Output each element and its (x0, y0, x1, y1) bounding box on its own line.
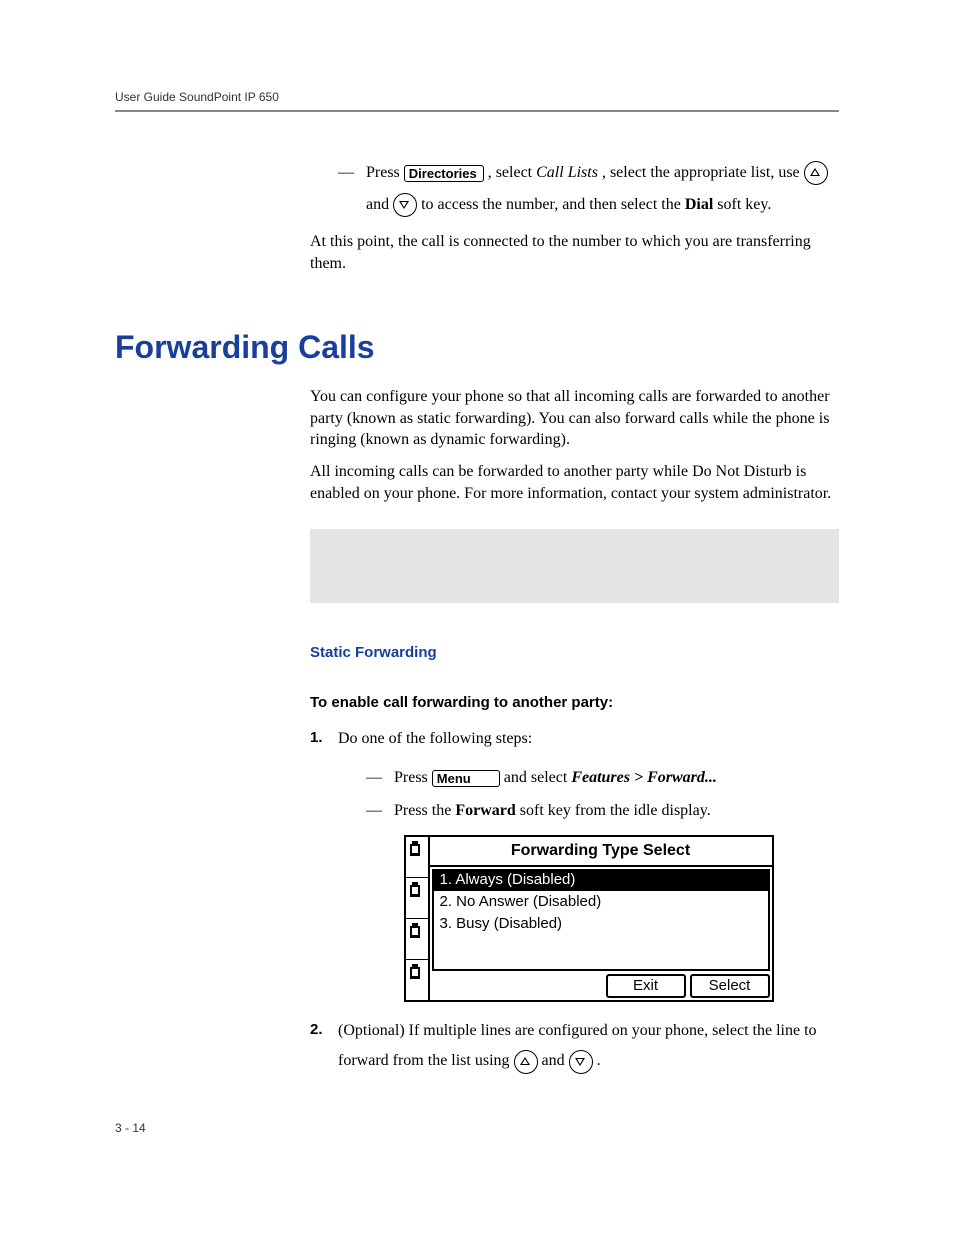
line-icon (406, 878, 428, 919)
lcd-softkeys: Exit Select (430, 971, 772, 1000)
directories-key: Directories (404, 165, 484, 182)
step-1: Do one of the following steps: Press Men… (310, 728, 839, 1002)
phone-lcd: Forwarding Type Select 1. Always (Disabl… (404, 835, 774, 1002)
static-forwarding-heading: Static Forwarding (310, 643, 839, 663)
dial-label: Dial (685, 196, 713, 213)
press-forward-substep: Press the Forward soft key from the idle… (366, 800, 839, 822)
lcd-figure: Forwarding Type Select 1. Always (Disabl… (404, 835, 774, 1002)
text: and select (504, 769, 572, 786)
lcd-side-icons (406, 837, 430, 1000)
line-icon (406, 919, 428, 960)
lcd-main: Forwarding Type Select 1. Always (Disabl… (430, 837, 772, 1000)
lcd-row: 3. Busy (Disabled) (434, 913, 768, 935)
text: to access the number, and then select th… (421, 196, 685, 213)
continuation-block: Press Directories , select Call Lists , … (310, 157, 839, 274)
connected-paragraph: At this point, the call is connected to … (310, 231, 839, 274)
paragraph: You can configure your phone so that all… (310, 386, 839, 451)
lcd-row-selected: 1. Always (Disabled) (434, 869, 768, 891)
text: . (597, 1052, 601, 1069)
softkey-exit: Exit (606, 974, 686, 998)
paragraph: All incoming calls can be forwarded to a… (310, 461, 839, 504)
text: , select the appropriate list, use (602, 164, 804, 181)
steps-list: Do one of the following steps: Press Men… (310, 728, 839, 1077)
lcd-body: 1. Always (Disabled) 2. No Answer (Disab… (432, 869, 770, 971)
forwarding-intro: You can configure your phone so that all… (310, 386, 839, 504)
substeps: Press Menu and select Features > Forward… (366, 763, 839, 821)
enable-heading: To enable call forwarding to another par… (310, 693, 839, 713)
up-arrow-icon (804, 161, 828, 185)
menu-key: Menu (432, 770, 500, 787)
text: , select (488, 164, 536, 181)
note-block (310, 529, 839, 603)
running-header: User Guide SoundPoint IP 650 (115, 90, 839, 110)
press-menu-substep: Press Menu and select Features > Forward… (366, 763, 839, 793)
dash-list: Press Directories , select Call Lists , … (338, 157, 839, 221)
text: and (542, 1052, 569, 1069)
text: soft key. (717, 196, 771, 213)
step-2: (Optional) If multiple lines are configu… (310, 1016, 839, 1077)
line-icon (406, 960, 428, 1000)
step-intro: Do one of the following steps: (338, 728, 839, 750)
down-arrow-icon (569, 1050, 593, 1074)
text: Press (394, 769, 432, 786)
lcd-row: 2. No Answer (Disabled) (434, 891, 768, 913)
static-forwarding-section: Static Forwarding To enable call forward… (310, 643, 839, 1077)
down-arrow-icon (393, 193, 417, 217)
header-rule (115, 110, 839, 112)
call-lists-label: Call Lists (536, 164, 598, 181)
press-directories-step: Press Directories , select Call Lists , … (338, 157, 839, 221)
up-arrow-icon (514, 1050, 538, 1074)
grey-placeholder (310, 529, 839, 603)
line-icon (406, 837, 428, 878)
forward-key-label: Forward (455, 802, 515, 819)
page-number: 3 - 14 (115, 1121, 146, 1135)
page: User Guide SoundPoint IP 650 Press Direc… (0, 0, 954, 1235)
section-title: Forwarding Calls (115, 329, 839, 366)
text: Press (366, 164, 404, 181)
lcd-title: Forwarding Type Select (430, 837, 772, 867)
softkey-select: Select (690, 974, 770, 998)
text: and (366, 196, 393, 213)
text: soft key from the idle display. (520, 802, 711, 819)
menu-path: Features > Forward... (571, 769, 717, 786)
text: Press the (394, 802, 455, 819)
